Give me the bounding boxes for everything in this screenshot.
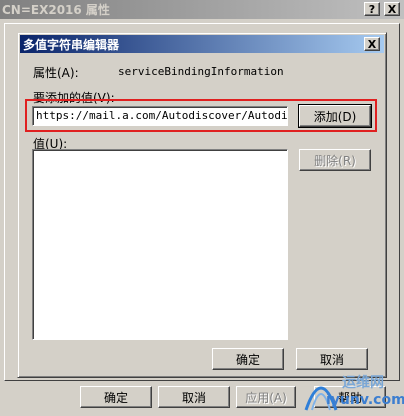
outer-cancel-button[interactable]: 取消 [158, 386, 230, 408]
close-icon: X [367, 37, 377, 51]
outer-ok-button[interactable]: 确定 [80, 386, 152, 408]
dialog-cancel-button[interactable]: 取消 [296, 348, 368, 370]
outer-help-button[interactable]: ? [364, 2, 380, 16]
dialog-close-button[interactable]: X [364, 37, 380, 51]
add-button[interactable]: 添加(D) [298, 104, 372, 128]
outer-window-titlebar[interactable]: CN=EX2016 属性 [0, 0, 404, 19]
outer-close-button[interactable]: X [384, 2, 400, 16]
outer-window-title: CN=EX2016 属性 [2, 3, 110, 17]
dialog-ok-button[interactable]: 确定 [212, 348, 284, 370]
dialog-title: 多值字符串编辑器 [23, 37, 120, 52]
dialog-titlebar[interactable]: 多值字符串编辑器 [20, 35, 384, 53]
outer-apply-button[interactable]: 应用(A) [236, 386, 296, 408]
watermark-text: 运维网 [342, 375, 384, 391]
attribute-value: serviceBindingInformation [118, 65, 284, 78]
watermark-url: iyunv.com [326, 392, 404, 408]
close-icon: X [387, 2, 397, 16]
question-icon: ? [368, 2, 376, 16]
value-to-add-input[interactable]: https://mail.a.com/Autodiscover/Autodisc… [32, 106, 288, 126]
remove-button[interactable]: 删除(R) [299, 149, 371, 171]
values-listbox[interactable] [32, 149, 288, 340]
multi-value-string-editor-dialog: 多值字符串编辑器 X 属性(A): serviceBindingInformat… [17, 32, 387, 378]
attribute-label: 属性(A): [33, 66, 79, 80]
